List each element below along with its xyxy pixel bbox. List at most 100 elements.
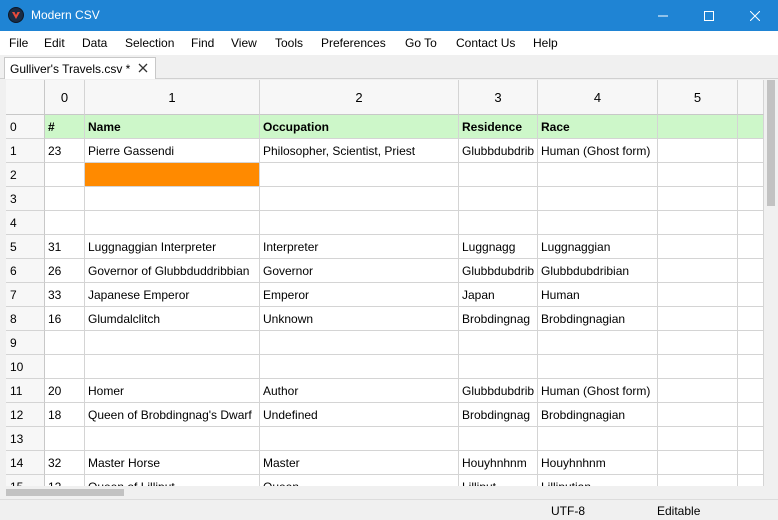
spreadsheet-grid[interactable]: 0 1 2 3 4 5 0 # Name Occupation Residence Rac… — [6, 80, 764, 486]
row-header[interactable]: 14 — [6, 451, 45, 475]
table-cell[interactable]: Queen of Brobdingnag's Dwarf — [85, 403, 260, 427]
table-cell[interactable] — [459, 427, 538, 451]
table-cell[interactable]: 32 — [45, 451, 85, 475]
table-cell[interactable] — [260, 355, 459, 379]
table-cell[interactable]: 16 — [45, 307, 85, 331]
table-cell[interactable]: Brobdingnag — [459, 403, 538, 427]
table-cell[interactable]: Queen — [260, 475, 459, 486]
table-cell[interactable] — [85, 187, 260, 211]
table-cell[interactable]: Lilliputian — [538, 475, 658, 486]
table-cell[interactable]: Brobdingnagian — [538, 307, 658, 331]
table-cell[interactable] — [658, 235, 738, 259]
table-cell[interactable]: Race — [538, 115, 658, 139]
table-cell[interactable] — [459, 211, 538, 235]
menu-find[interactable]: Find — [191, 36, 214, 50]
table-cell[interactable]: Luggnaggian Interpreter — [85, 235, 260, 259]
column-header[interactable]: 2 — [260, 80, 459, 115]
table-cell[interactable] — [658, 355, 738, 379]
grid-corner[interactable] — [6, 80, 45, 115]
table-cell[interactable] — [260, 163, 459, 187]
row-header[interactable]: 5 — [6, 235, 45, 259]
table-cell[interactable]: Human (Ghost form) — [538, 139, 658, 163]
table-cell[interactable] — [85, 211, 260, 235]
table-cell[interactable]: Luggnaggian — [538, 235, 658, 259]
file-tab[interactable]: Gulliver's Travels.csv * — [4, 57, 156, 79]
horizontal-scrollbar[interactable] — [6, 486, 764, 498]
row-header[interactable]: 11 — [6, 379, 45, 403]
table-cell[interactable]: Occupation — [260, 115, 459, 139]
vertical-scrollbar-thumb[interactable] — [767, 80, 775, 206]
table-cell[interactable]: Undefined — [260, 403, 459, 427]
row-header[interactable]: 15 — [6, 475, 45, 486]
table-cell[interactable]: Luggnagg — [459, 235, 538, 259]
table-cell[interactable] — [658, 115, 738, 139]
table-cell[interactable] — [538, 187, 658, 211]
maximize-button[interactable] — [686, 0, 732, 31]
column-header[interactable]: 5 — [658, 80, 738, 115]
menu-go-to[interactable]: Go To — [405, 36, 437, 50]
table-cell[interactable]: Japanese Emperor — [85, 283, 260, 307]
table-cell[interactable] — [459, 355, 538, 379]
table-cell[interactable]: Glubbdubdrib — [459, 379, 538, 403]
menu-tools[interactable]: Tools — [275, 36, 303, 50]
table-cell[interactable]: Brobdingnag — [459, 307, 538, 331]
table-cell[interactable]: Residence — [459, 115, 538, 139]
table-cell[interactable]: Homer — [85, 379, 260, 403]
horizontal-scrollbar-thumb[interactable] — [6, 489, 124, 496]
table-cell[interactable] — [45, 355, 85, 379]
table-cell[interactable]: Pierre Gassendi — [85, 139, 260, 163]
column-header[interactable]: 4 — [538, 80, 658, 115]
row-header[interactable]: 9 — [6, 331, 45, 355]
table-cell[interactable]: Interpreter — [260, 235, 459, 259]
table-cell[interactable] — [538, 331, 658, 355]
table-cell[interactable] — [658, 331, 738, 355]
column-header[interactable]: 0 — [45, 80, 85, 115]
table-cell[interactable] — [45, 163, 85, 187]
row-header[interactable]: 2 — [6, 163, 45, 187]
menu-view[interactable]: View — [231, 36, 257, 50]
row-header[interactable]: 8 — [6, 307, 45, 331]
table-cell[interactable] — [538, 211, 658, 235]
table-cell[interactable]: 31 — [45, 235, 85, 259]
table-cell[interactable] — [538, 163, 658, 187]
table-cell[interactable] — [260, 331, 459, 355]
vertical-scrollbar[interactable] — [764, 80, 778, 486]
table-cell[interactable]: Glumdalclitch — [85, 307, 260, 331]
table-cell[interactable] — [45, 331, 85, 355]
table-cell[interactable] — [45, 211, 85, 235]
table-cell[interactable] — [658, 307, 738, 331]
table-cell[interactable]: Brobdingnagian — [538, 403, 658, 427]
table-cell[interactable] — [658, 187, 738, 211]
table-cell[interactable] — [658, 139, 738, 163]
column-header[interactable]: 3 — [459, 80, 538, 115]
table-cell[interactable] — [658, 211, 738, 235]
table-cell[interactable]: Governor — [260, 259, 459, 283]
table-cell[interactable] — [85, 427, 260, 451]
row-header[interactable]: 13 — [6, 427, 45, 451]
table-cell[interactable]: Japan — [459, 283, 538, 307]
table-cell[interactable]: Human — [538, 283, 658, 307]
selected-cell[interactable] — [85, 163, 260, 187]
menu-contact-us[interactable]: Contact Us — [456, 36, 515, 50]
table-cell[interactable] — [459, 163, 538, 187]
table-cell[interactable]: Houyhnhnm — [459, 451, 538, 475]
table-cell[interactable] — [459, 331, 538, 355]
table-cell[interactable] — [459, 187, 538, 211]
table-cell[interactable]: Name — [85, 115, 260, 139]
table-cell[interactable] — [658, 475, 738, 486]
table-cell[interactable]: Philosopher, Scientist, Priest — [260, 139, 459, 163]
table-cell[interactable] — [658, 259, 738, 283]
table-cell[interactable] — [658, 283, 738, 307]
table-cell[interactable] — [658, 379, 738, 403]
table-cell[interactable] — [45, 187, 85, 211]
table-cell[interactable]: 12 — [45, 475, 85, 486]
menu-data[interactable]: Data — [82, 36, 107, 50]
row-header[interactable]: 1 — [6, 139, 45, 163]
table-cell[interactable] — [260, 211, 459, 235]
table-cell[interactable]: Master Horse — [85, 451, 260, 475]
table-cell[interactable] — [260, 427, 459, 451]
table-cell[interactable] — [658, 163, 738, 187]
row-header[interactable]: 12 — [6, 403, 45, 427]
table-cell[interactable] — [538, 355, 658, 379]
table-cell[interactable] — [658, 451, 738, 475]
